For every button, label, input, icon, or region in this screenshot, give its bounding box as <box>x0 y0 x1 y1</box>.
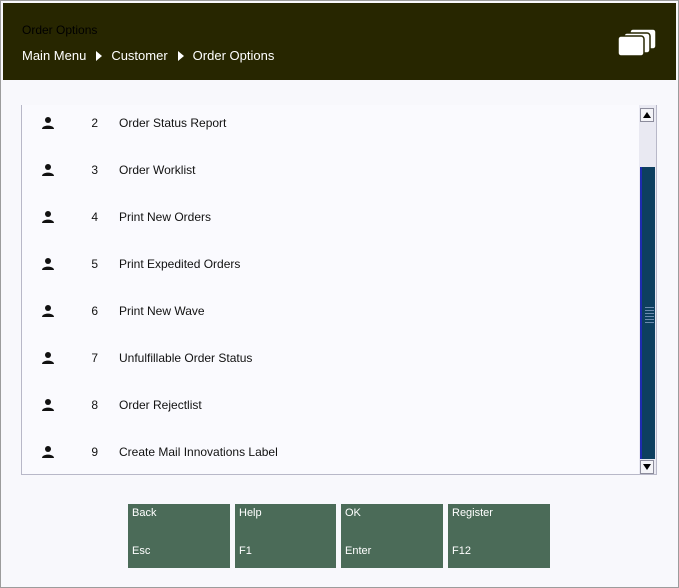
help-button[interactable]: Help F1 <box>235 504 336 568</box>
menu-item[interactable]: 6 Print New Wave <box>22 287 639 334</box>
header-bar: Order Options Main Menu Customer Order O… <box>3 3 676 80</box>
menu-item-number: 3 <box>91 162 98 177</box>
menu-item[interactable]: 2 Order Status Report <box>22 105 639 146</box>
person-icon <box>42 351 54 364</box>
person-icon <box>42 445 54 458</box>
menu-item-label: Print New Wave <box>119 303 205 318</box>
vertical-scrollbar[interactable] <box>639 105 656 474</box>
help-button-key: F1 <box>239 545 252 557</box>
menu-item-label: Print Expedited Orders <box>119 256 241 271</box>
menu-item[interactable]: 8 Order Rejectlist <box>22 381 639 428</box>
menu-item[interactable]: 4 Print New Orders <box>22 193 639 240</box>
menu-item-label: Create Mail Innovations Label <box>119 444 278 459</box>
back-button[interactable]: Back Esc <box>128 504 230 568</box>
menu-item-number: 9 <box>91 444 98 459</box>
menu-list: 2 Order Status Report 3 Order Worklist 4… <box>21 105 657 475</box>
menu-item-number: 2 <box>91 115 98 130</box>
menu-item-label: Order Rejectlist <box>119 397 202 412</box>
person-icon <box>42 210 54 223</box>
scroll-up-button[interactable] <box>640 108 654 122</box>
person-icon <box>42 304 54 317</box>
breadcrumb-customer[interactable]: Customer <box>111 48 167 63</box>
menu-item[interactable]: 7 Unfulfillable Order Status <box>22 334 639 381</box>
breadcrumb-main-menu[interactable]: Main Menu <box>22 48 86 63</box>
scroll-down-button[interactable] <box>640 460 654 474</box>
menu-item[interactable]: 3 Order Worklist <box>22 146 639 193</box>
scroll-thumb[interactable] <box>640 167 655 459</box>
menu-item[interactable]: 5 Print Expedited Orders <box>22 240 639 287</box>
breadcrumb: Main Menu Customer Order Options <box>22 48 274 63</box>
back-button-label: Back <box>132 507 157 519</box>
ok-button[interactable]: OK Enter <box>341 504 443 568</box>
breadcrumb-separator-icon <box>96 50 103 61</box>
arrow-up-icon <box>643 112 651 118</box>
grip-icon <box>645 307 654 325</box>
menu-item[interactable]: 9 Create Mail Innovations Label <box>22 428 639 474</box>
menu-item-number: 8 <box>91 397 98 412</box>
menu-item-label: Order Worklist <box>119 162 196 177</box>
menu-item-number: 5 <box>91 256 98 271</box>
breadcrumb-order-options: Order Options <box>192 48 275 63</box>
menu-item-label: Print New Orders <box>119 209 212 224</box>
back-button-key: Esc <box>132 545 151 557</box>
help-button-label: Help <box>239 507 262 519</box>
menu-item-number: 7 <box>91 350 98 365</box>
window-title: Order Options <box>22 23 98 37</box>
menu-item-label: Unfulfillable Order Status <box>119 350 253 365</box>
function-key-bar: Back Esc Help F1 OK Enter Register F12 <box>0 504 679 568</box>
ok-button-label: OK <box>345 507 361 519</box>
person-icon <box>42 257 54 270</box>
register-button-label: Register <box>452 507 493 519</box>
menu-item-label: Order Status Report <box>119 115 227 130</box>
register-button-key: F12 <box>452 545 471 557</box>
breadcrumb-separator-icon <box>177 50 184 61</box>
menu-item-number: 6 <box>91 303 98 318</box>
person-icon <box>42 398 54 411</box>
windows-icon[interactable] <box>618 28 658 58</box>
person-icon <box>42 116 54 129</box>
person-icon <box>42 163 54 176</box>
menu-item-number: 4 <box>91 209 98 224</box>
register-button[interactable]: Register F12 <box>448 504 550 568</box>
arrow-down-icon <box>643 464 651 470</box>
ok-button-key: Enter <box>345 545 372 557</box>
